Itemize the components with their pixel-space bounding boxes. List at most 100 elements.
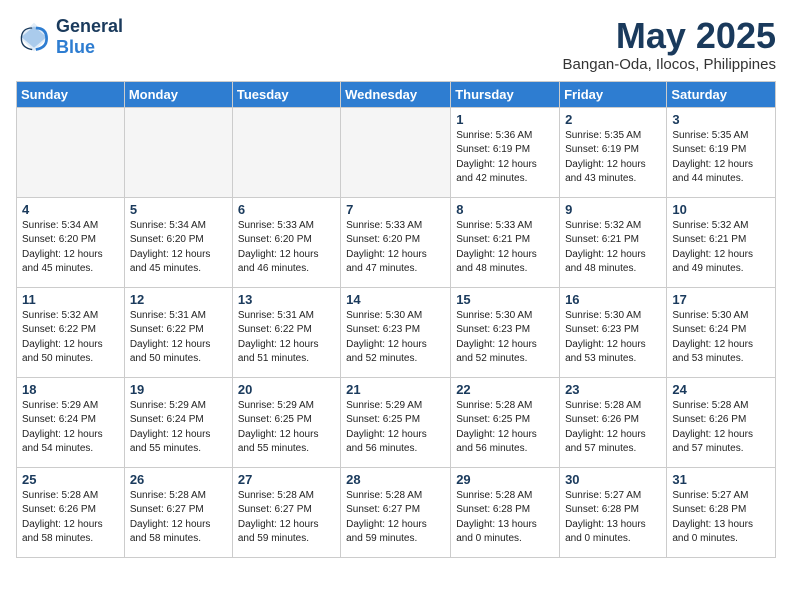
day-number: 20 [238,382,335,397]
day-info: Sunrise: 5:28 AM Sunset: 6:26 PM Dayligh… [672,399,770,457]
day-number: 27 [238,472,335,487]
day-number: 12 [130,292,227,307]
day-info: Sunrise: 5:30 AM Sunset: 6:23 PM Dayligh… [565,309,661,367]
day-number: 17 [672,292,770,307]
week-row-5: 25Sunrise: 5:28 AM Sunset: 6:26 PM Dayli… [17,467,776,557]
week-row-2: 4 Sunrise: 5:34 AM Sunset: 6:20 PM Daylig… [17,197,776,287]
day-number: 15 [456,292,554,307]
day-number: 7 [346,202,445,217]
day-cell: 14 Sunrise: 5:30 AM Sunset: 6:23 PM Dayli… [341,287,451,377]
day-cell: 2 Sunrise: 5:35 AM Sunset: 6:19 PM Daylig… [560,107,667,197]
day-cell: 13 Sunrise: 5:31 AM Sunset: 6:22 PM Dayli… [232,287,340,377]
day-info: Sunrise: 5:34 AM Sunset: 6:20 PM Dayligh… [130,219,227,277]
day-info: Sunrise: 5:28 AM Sunset: 6:26 PM Dayligh… [22,489,119,547]
day-number: 14 [346,292,445,307]
day-number: 13 [238,292,335,307]
day-number: 19 [130,382,227,397]
day-info: Sunrise: 5:32 AM Sunset: 6:22 PM Dayligh… [22,309,119,367]
day-number: 23 [565,382,661,397]
day-number: 21 [346,382,445,397]
logo-icon [16,19,52,55]
day-number: 4 [22,202,119,217]
day-info: Sunrise: 5:35 AM Sunset: 6:19 PM Dayligh… [565,129,661,187]
day-info: Sunrise: 5:30 AM Sunset: 6:23 PM Dayligh… [346,309,445,367]
day-info: Sunrise: 5:28 AM Sunset: 6:26 PM Dayligh… [565,399,661,457]
day-info: Sunrise: 5:29 AM Sunset: 6:25 PM Dayligh… [346,399,445,457]
day-cell: 9 Sunrise: 5:32 AM Sunset: 6:21 PM Daylig… [560,197,667,287]
day-cell: 16 Sunrise: 5:30 AM Sunset: 6:23 PM Dayli… [560,287,667,377]
day-cell: 28 Sunrise: 5:28 AM Sunset: 6:27 PM Dayli… [341,467,451,557]
day-info: Sunrise: 5:33 AM Sunset: 6:20 PM Dayligh… [346,219,445,277]
day-cell: 22Sunrise: 5:28 AM Sunset: 6:25 PM Dayli… [451,377,560,467]
page-header: General Blue May 2025 Bangan-Oda, Ilocos… [16,16,776,73]
day-info: Sunrise: 5:27 AM Sunset: 6:28 PM Dayligh… [672,489,770,547]
day-number: 8 [456,202,554,217]
day-number: 31 [672,472,770,487]
day-cell: 5Sunrise: 5:34 AM Sunset: 6:20 PM Daylig… [124,197,232,287]
day-cell [17,107,125,197]
day-cell: 3Sunrise: 5:35 AM Sunset: 6:19 PM Daylig… [667,107,776,197]
day-info: Sunrise: 5:31 AM Sunset: 6:22 PM Dayligh… [238,309,335,367]
column-header-thursday: Thursday [451,81,560,107]
column-header-monday: Monday [124,81,232,107]
day-number: 2 [565,112,661,127]
day-info: Sunrise: 5:36 AM Sunset: 6:19 PM Dayligh… [456,129,554,187]
day-cell: 4Sunrise: 5:34 AM Sunset: 6:20 PM Daylig… [17,197,125,287]
day-cell: 6 Sunrise: 5:33 AM Sunset: 6:20 PM Daylig… [232,197,340,287]
day-info: Sunrise: 5:30 AM Sunset: 6:23 PM Dayligh… [456,309,554,367]
day-number: 3 [672,112,770,127]
header-row: SundayMondayTuesdayWednesdayThursdayFrid… [17,81,776,107]
day-info: Sunrise: 5:29 AM Sunset: 6:24 PM Dayligh… [130,399,227,457]
day-info: Sunrise: 5:31 AM Sunset: 6:22 PM Dayligh… [130,309,227,367]
day-cell: 31 Sunrise: 5:27 AM Sunset: 6:28 PM Dayli… [667,467,776,557]
day-info: Sunrise: 5:28 AM Sunset: 6:27 PM Dayligh… [346,489,445,547]
day-info: Sunrise: 5:28 AM Sunset: 6:27 PM Dayligh… [238,489,335,547]
location: Bangan-Oda, Ilocos, Philippines [563,56,776,73]
day-cell: 8 Sunrise: 5:33 AM Sunset: 6:21 PM Daylig… [451,197,560,287]
day-cell: 21 Sunrise: 5:29 AM Sunset: 6:25 PM Dayli… [341,377,451,467]
title-block: May 2025 Bangan-Oda, Ilocos, Philippines [563,16,776,73]
day-number: 16 [565,292,661,307]
logo: General Blue [16,16,123,58]
day-info: Sunrise: 5:29 AM Sunset: 6:24 PM Dayligh… [22,399,119,457]
column-header-friday: Friday [560,81,667,107]
day-info: Sunrise: 5:32 AM Sunset: 6:21 PM Dayligh… [565,219,661,277]
day-number: 9 [565,202,661,217]
day-cell: 18Sunrise: 5:29 AM Sunset: 6:24 PM Dayli… [17,377,125,467]
day-info: Sunrise: 5:29 AM Sunset: 6:25 PM Dayligh… [238,399,335,457]
day-cell: 25Sunrise: 5:28 AM Sunset: 6:26 PM Dayli… [17,467,125,557]
day-cell: 27 Sunrise: 5:28 AM Sunset: 6:27 PM Dayli… [232,467,340,557]
day-info: Sunrise: 5:28 AM Sunset: 6:25 PM Dayligh… [456,399,554,457]
day-number: 1 [456,112,554,127]
day-cell: 1 Sunrise: 5:36 AM Sunset: 6:19 PM Daylig… [451,107,560,197]
day-info: Sunrise: 5:27 AM Sunset: 6:28 PM Dayligh… [565,489,661,547]
month-title: May 2025 [563,16,776,56]
day-info: Sunrise: 5:33 AM Sunset: 6:20 PM Dayligh… [238,219,335,277]
day-info: Sunrise: 5:30 AM Sunset: 6:24 PM Dayligh… [672,309,770,367]
day-cell: 15 Sunrise: 5:30 AM Sunset: 6:23 PM Dayli… [451,287,560,377]
day-cell: 12 Sunrise: 5:31 AM Sunset: 6:22 PM Dayli… [124,287,232,377]
day-info: Sunrise: 5:33 AM Sunset: 6:21 PM Dayligh… [456,219,554,277]
day-cell [232,107,340,197]
day-cell: 30Sunrise: 5:27 AM Sunset: 6:28 PM Dayli… [560,467,667,557]
day-info: Sunrise: 5:32 AM Sunset: 6:21 PM Dayligh… [672,219,770,277]
day-number: 24 [672,382,770,397]
day-cell: 17 Sunrise: 5:30 AM Sunset: 6:24 PM Dayli… [667,287,776,377]
day-cell: 7 Sunrise: 5:33 AM Sunset: 6:20 PM Daylig… [341,197,451,287]
day-cell: 20 Sunrise: 5:29 AM Sunset: 6:25 PM Dayli… [232,377,340,467]
week-row-3: 11 Sunrise: 5:32 AM Sunset: 6:22 PM Dayli… [17,287,776,377]
week-row-1: 1 Sunrise: 5:36 AM Sunset: 6:19 PM Daylig… [17,107,776,197]
day-number: 29 [456,472,554,487]
column-header-wednesday: Wednesday [341,81,451,107]
day-cell [124,107,232,197]
week-row-4: 18Sunrise: 5:29 AM Sunset: 6:24 PM Dayli… [17,377,776,467]
column-header-saturday: Saturday [667,81,776,107]
logo-text: General Blue [56,16,123,58]
day-cell: 29 Sunrise: 5:28 AM Sunset: 6:28 PM Dayli… [451,467,560,557]
column-header-sunday: Sunday [17,81,125,107]
day-info: Sunrise: 5:28 AM Sunset: 6:28 PM Dayligh… [456,489,554,547]
day-number: 6 [238,202,335,217]
day-info: Sunrise: 5:28 AM Sunset: 6:27 PM Dayligh… [130,489,227,547]
day-number: 28 [346,472,445,487]
day-number: 11 [22,292,119,307]
